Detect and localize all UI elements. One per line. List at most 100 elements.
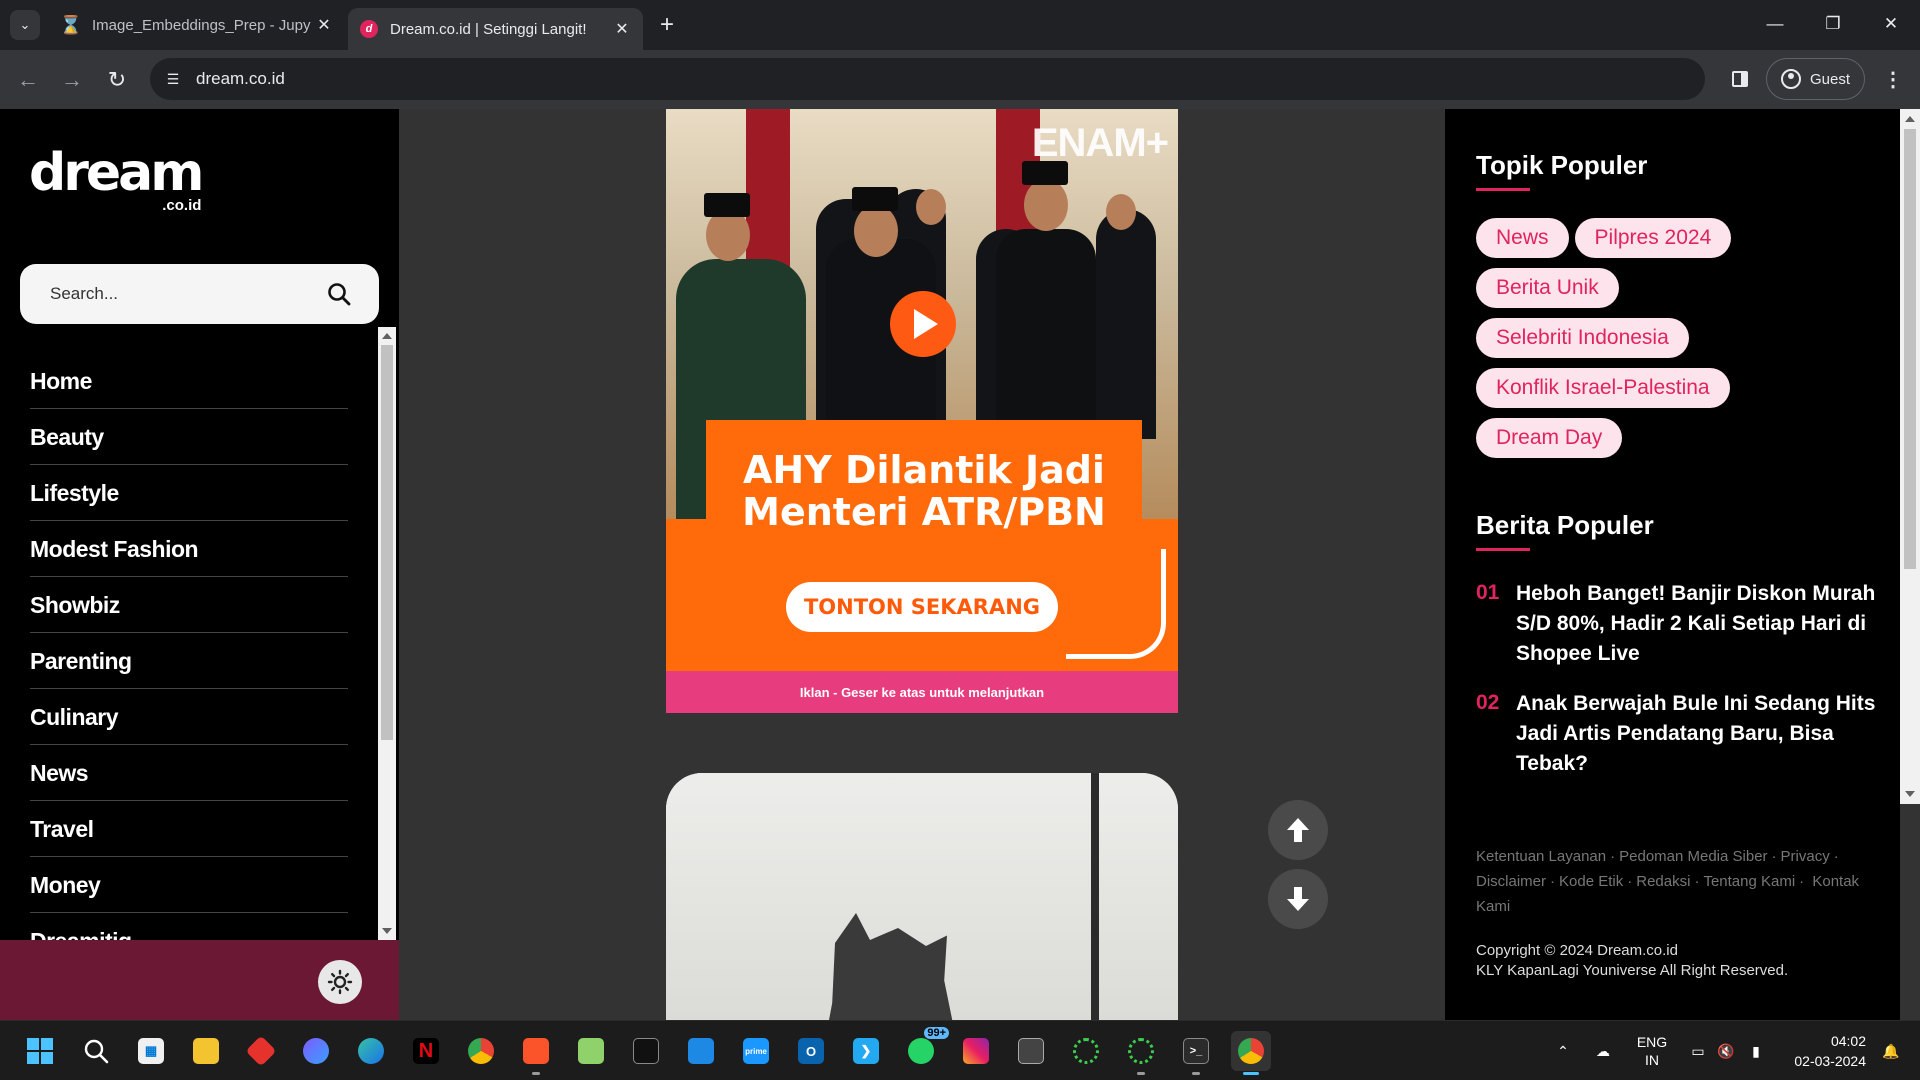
footer-link[interactable]: Disclaimer [1476,873,1546,890]
arrow-up-icon [1287,818,1309,842]
window-close-button[interactable]: ✕ [1862,6,1920,42]
start-button[interactable] [20,1031,60,1071]
footer-link[interactable]: Pedoman Media Siber [1619,848,1767,865]
scroll-up-button[interactable] [1268,800,1328,860]
menu-scrollbar[interactable] [378,327,396,940]
tray-overflow-button[interactable]: ⌃ [1548,1021,1578,1080]
windows-taskbar: ▦ N prime O ❯ 99+ >_ ⌃ ☁ ENG IN ▭ 🔇 ▮ 04… [0,1020,1920,1080]
terminal-icon: >_ [1183,1038,1209,1064]
language-indicator[interactable]: ENG IN [1632,1021,1672,1080]
taskbar-whatsapp[interactable]: 99+ [901,1027,949,1071]
close-icon[interactable]: ✕ [613,19,631,39]
topic-chip[interactable]: News [1476,218,1569,258]
nav-item-news[interactable]: News [30,745,348,801]
scrollbar-thumb[interactable] [1904,129,1916,569]
nav-item-money[interactable]: Money [30,857,348,913]
tab-search-button[interactable]: ⌄ [10,10,40,40]
right-sidebar: Topik Populer News Pilpres 2024 Berita Un… [1445,109,1900,1020]
volume-tray[interactable]: 🔇 [1713,1021,1739,1080]
play-button[interactable] [890,291,956,357]
topic-chip[interactable]: Berita Unik [1476,268,1619,308]
popular-item[interactable]: 02 Anak Berwajah Bule Ini Sedang Hits Ja… [1476,689,1876,779]
site-settings-icon[interactable]: ☰ [158,64,188,94]
network-icon: ▭ [1691,1042,1705,1059]
taskbar-edge[interactable] [351,1031,391,1071]
close-icon[interactable]: ✕ [315,15,333,35]
footer-link[interactable]: Kode Etik [1559,873,1623,890]
scroll-up-arrow-icon[interactable] [382,333,392,339]
taskbar-explorer[interactable] [186,1031,226,1071]
right-scrollbar[interactable] [1900,109,1920,804]
search-input[interactable] [50,284,300,304]
taskbar-vscode[interactable]: ❯ [846,1031,886,1071]
taskbar-terminal-window[interactable] [626,1031,666,1071]
scroll-down-button[interactable] [1268,869,1328,929]
nav-item-showbiz[interactable]: Showbiz [30,577,348,633]
taskbar-chrome-active[interactable] [1231,1031,1271,1075]
popular-item[interactable]: 01 Heboh Banget! Banjir Diskon Murah S/D… [1476,579,1876,669]
popular-title[interactable]: Heboh Banget! Banjir Diskon Murah S/D 80… [1516,579,1876,669]
nav-item-beauty[interactable]: Beauty [30,409,348,465]
footer-link[interactable]: Ketentuan Layanan [1476,848,1606,865]
footer-link[interactable]: Tentang Kami [1703,873,1795,890]
nav-item-modest-fashion[interactable]: Modest Fashion [30,521,348,577]
taskbar-chrome-1[interactable] [461,1031,501,1071]
address-bar[interactable]: ☰ dream.co.id [150,58,1705,100]
taskbar-store[interactable]: ▦ [131,1031,171,1071]
taskbar-app-window[interactable] [1011,1031,1051,1071]
taskbar-search-button[interactable] [76,1031,116,1071]
taskbar-loader-app-2[interactable] [1121,1031,1161,1075]
side-panel-button[interactable] [1725,64,1755,94]
search-icon[interactable] [327,282,351,306]
back-button[interactable]: ← [12,64,44,96]
taskbar-terminal[interactable]: >_ [1176,1031,1216,1075]
network-tray[interactable]: ▭ [1685,1021,1711,1080]
forward-button[interactable]: → [56,64,88,96]
maximize-button[interactable]: ❐ [1804,6,1862,42]
topic-chip[interactable]: Selebriti Indonesia [1476,318,1689,358]
battery-tray[interactable]: ▮ [1741,1021,1771,1080]
site-logo[interactable]: dream .co.id [29,147,204,214]
nav-item-culinary[interactable]: Culinary [30,689,348,745]
scroll-up-arrow-icon[interactable] [1905,116,1915,122]
nav-item-lifestyle[interactable]: Lifestyle [30,465,348,521]
taskbar-brave[interactable] [516,1031,556,1075]
nav-item-travel[interactable]: Travel [30,801,348,857]
taskbar-app-red-diamond[interactable] [241,1031,281,1071]
article-card[interactable] [666,773,1178,1020]
nav-item-home[interactable]: Home [30,353,348,409]
reload-button[interactable]: ↻ [101,64,133,96]
taskbar-image-app[interactable] [571,1031,611,1071]
minimize-button[interactable]: — [1746,6,1804,42]
video-ad[interactable]: ENAM+ AHY Dilantik Jadi Menteri ATR/PBN … [666,109,1178,713]
taskbar-copilot[interactable] [296,1031,336,1071]
tab-dream[interactable]: d Dream.co.id | Setinggi Langit! ✕ [348,8,643,50]
taskbar-loader-app-1[interactable] [1066,1031,1106,1071]
taskbar-netflix[interactable]: N [406,1031,446,1071]
nav-item-parenting[interactable]: Parenting [30,633,348,689]
taskbar-outlook[interactable]: O [791,1031,831,1071]
theme-toggle-button[interactable] [318,960,362,1004]
taskbar-app-blue[interactable] [681,1031,721,1071]
new-tab-button[interactable]: + [652,10,682,40]
notifications-button[interactable]: 🔔 [1876,1021,1906,1080]
taskbar-instagram[interactable] [956,1031,996,1071]
chevron-up-icon: ⌃ [1557,1042,1569,1059]
tab-jupyter[interactable]: ⌛ Image_Embeddings_Prep - Jupy ✕ [50,8,345,42]
footer-link[interactable]: Redaksi [1636,873,1690,890]
footer-link[interactable]: Privacy [1781,848,1830,865]
browser-menu-button[interactable]: ⋮ [1878,64,1908,94]
taskbar-prime-video[interactable]: prime [736,1031,776,1071]
scroll-down-arrow-icon[interactable] [1905,791,1915,797]
topic-chip[interactable]: Konflik Israel-Palestina [1476,368,1730,408]
popular-title[interactable]: Anak Berwajah Bule Ini Sedang Hits Jadi … [1516,689,1876,779]
onedrive-tray[interactable]: ☁ [1588,1021,1618,1080]
scroll-down-arrow-icon[interactable] [382,928,392,934]
topic-chip[interactable]: Pilpres 2024 [1574,218,1732,258]
ad-cta-button[interactable]: TONTON SEKARANG [786,582,1058,632]
topic-chip[interactable]: Dream Day [1476,418,1623,458]
nav-item-dreamitiq[interactable]: Dreamitiq [30,913,348,940]
scrollbar-thumb[interactable] [381,345,393,740]
profile-button[interactable]: Guest [1766,58,1865,100]
system-clock[interactable]: 04:02 02-03-2024 [1786,1031,1866,1071]
